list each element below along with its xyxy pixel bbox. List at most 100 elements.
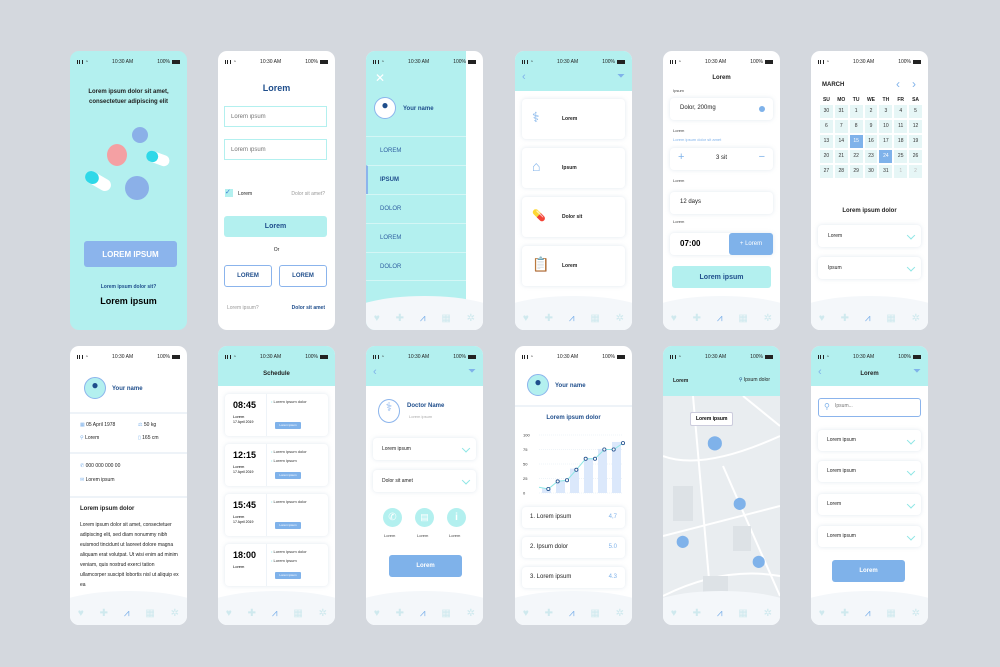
plus-icon[interactable]: ✚ <box>396 608 404 619</box>
signin-link[interactable]: Lorem ipsum <box>70 296 187 306</box>
gear-icon[interactable]: ✲ <box>616 608 624 619</box>
calendar-day[interactable]: 21 <box>834 150 848 163</box>
rating-row[interactable]: 3. Lorem ipsum 4.3 <box>522 567 625 588</box>
map-pin-icon[interactable]: ⬤ <box>707 434 723 451</box>
message-button[interactable]: ▤ <box>415 508 434 527</box>
category-item[interactable]: ⚕ Lorem <box>522 99 625 139</box>
gear-icon[interactable]: ✲ <box>467 313 475 324</box>
plus-icon[interactable]: ✚ <box>841 608 849 619</box>
calendar-icon[interactable]: ▦ <box>738 608 747 619</box>
search-box[interactable]: ⚲ <box>818 398 921 417</box>
calendar-day[interactable]: 25 <box>894 150 908 163</box>
calendar-day[interactable]: 31 <box>834 105 848 118</box>
profile-icon[interactable]: ⩘ <box>569 313 575 324</box>
gear-icon[interactable]: ✲ <box>467 608 475 619</box>
profile-icon[interactable]: ⩘ <box>865 313 871 324</box>
map-pin-icon[interactable]: ⬤ <box>752 554 765 568</box>
submit-button[interactable]: Lorem <box>832 560 905 582</box>
schedule-row[interactable]: 08:45 Lorem 17 April 2019 • Lorem ipsum … <box>225 394 328 436</box>
back-icon[interactable]: ‹ <box>522 71 526 83</box>
calendar-icon[interactable]: ▦ <box>590 313 599 324</box>
calendar-day[interactable]: 15 <box>849 135 863 148</box>
calendar-icon[interactable]: ▦ <box>441 608 450 619</box>
gear-icon[interactable]: ✲ <box>764 608 772 619</box>
gear-icon[interactable]: ✲ <box>616 313 624 324</box>
calendar-day[interactable]: 31 <box>879 165 893 178</box>
calendar-day[interactable]: 1 <box>849 105 863 118</box>
calendar-day[interactable]: 24 <box>879 150 893 163</box>
plus-icon[interactable]: ✚ <box>248 608 256 619</box>
email-field[interactable]: ✉ Lorem ipsum <box>80 477 115 483</box>
decrement-button[interactable]: − <box>759 151 765 163</box>
schedule-tag[interactable]: Lorem ipsum <box>275 572 301 579</box>
plus-icon[interactable]: ✚ <box>100 608 108 619</box>
profile-icon[interactable]: ⩘ <box>865 608 871 619</box>
calendar-day[interactable]: 19 <box>909 135 922 148</box>
heart-icon[interactable]: ♥ <box>374 608 380 619</box>
profile-icon[interactable]: ⩘ <box>272 608 278 619</box>
heart-icon[interactable]: ♥ <box>374 313 380 324</box>
schedule-tag[interactable]: Lorem ipsum <box>275 472 301 479</box>
dropdown-2[interactable]: Dolor sit amet <box>373 470 476 492</box>
calendar-day[interactable]: 28 <box>834 165 848 178</box>
schedule-tag[interactable]: Lorem ipsum <box>275 522 301 529</box>
profile-icon[interactable]: ⩘ <box>717 313 723 324</box>
calendar-icon[interactable]: ▦ <box>145 608 154 619</box>
calendar-day[interactable]: 14 <box>834 135 848 148</box>
calendar-day[interactable]: 12 <box>909 120 922 133</box>
calendar-day[interactable]: 29 <box>849 165 863 178</box>
calendar-day[interactable]: 2 <box>864 105 878 118</box>
schedule-row[interactable]: 18:00 Lorem • Lorem ipsum dolor • Lorem i… <box>225 544 328 586</box>
plus-icon[interactable]: ✚ <box>693 608 701 619</box>
calendar-day[interactable]: 16 <box>864 135 878 148</box>
menu-item-4[interactable]: LOREM <box>366 223 466 252</box>
footer-left-link[interactable]: Lorem ipsum? <box>227 305 259 311</box>
filter-icon[interactable]: ⏷ <box>468 366 476 377</box>
map-pin-icon[interactable]: ⬤ <box>733 496 746 510</box>
plus-icon[interactable]: ✚ <box>396 313 404 324</box>
profile-icon[interactable]: ⩘ <box>569 608 575 619</box>
info-button[interactable]: i <box>447 508 466 527</box>
rating-row[interactable]: 1. Lorem ipsum 4,7 <box>522 507 625 528</box>
calendar-day[interactable]: 3 <box>879 105 893 118</box>
list-item[interactable]: Lorem ipsum <box>818 526 921 547</box>
calendar-day[interactable]: 8 <box>849 120 863 133</box>
schedule-tag[interactable]: Lorem ipsum <box>275 422 301 429</box>
plus-icon[interactable]: ✚ <box>545 313 553 324</box>
gear-icon[interactable]: ✲ <box>171 608 179 619</box>
calendar-day[interactable]: 18 <box>894 135 908 148</box>
heart-icon[interactable]: ♥ <box>78 608 84 619</box>
rating-row[interactable]: 2. Ipsum dolor 5.0 <box>522 537 625 558</box>
calendar-day[interactable]: 10 <box>879 120 893 133</box>
dropdown-2[interactable]: Ipsum <box>818 257 921 279</box>
close-icon[interactable]: ✕ <box>375 71 385 85</box>
heart-icon[interactable]: ♥ <box>671 313 677 324</box>
calendar-day[interactable]: 30 <box>864 165 878 178</box>
cta-button[interactable]: LOREM IPSUM <box>84 241 177 267</box>
location-selector[interactable]: ⚲ Ipsum dolor <box>739 377 770 383</box>
phone-field[interactable]: ✆ 000 000 000 00 <box>80 463 120 469</box>
remember-checkbox[interactable]: ✓ <box>225 189 233 197</box>
filter-icon[interactable]: ⏷ <box>617 71 625 82</box>
filter-icon[interactable]: ⏷ <box>913 366 921 377</box>
calendar-day[interactable]: 4 <box>894 105 908 118</box>
prev-month-icon[interactable]: ‹ <box>896 77 900 91</box>
dropdown-1[interactable]: Lorem <box>818 225 921 247</box>
medication-field[interactable]: Dolor, 200mg <box>670 98 773 120</box>
calendar-day[interactable]: 1 <box>894 165 908 178</box>
plus-icon[interactable]: ✚ <box>841 313 849 324</box>
heart-icon[interactable]: ♥ <box>819 313 825 324</box>
list-item[interactable]: Lorem ipsum <box>818 461 921 482</box>
calendar-day[interactable]: 26 <box>909 150 922 163</box>
plus-icon[interactable]: ✚ <box>693 313 701 324</box>
submit-button[interactable]: Lorem ipsum <box>672 266 771 288</box>
profile-icon[interactable]: ⩘ <box>420 608 426 619</box>
calendar-day[interactable]: 17 <box>879 135 893 148</box>
schedule-row[interactable]: 12:15 Lorem 17 April 2019 • Lorem ipsum … <box>225 444 328 486</box>
menu-item-5[interactable]: DOLOR <box>366 252 466 281</box>
search-input[interactable] <box>835 403 905 409</box>
map-pin-icon[interactable]: ⬤ <box>676 534 689 548</box>
profile-icon[interactable]: ⩘ <box>124 608 130 619</box>
menu-item-2[interactable]: IPSUM <box>366 165 466 194</box>
back-icon[interactable]: ‹ <box>373 366 377 378</box>
